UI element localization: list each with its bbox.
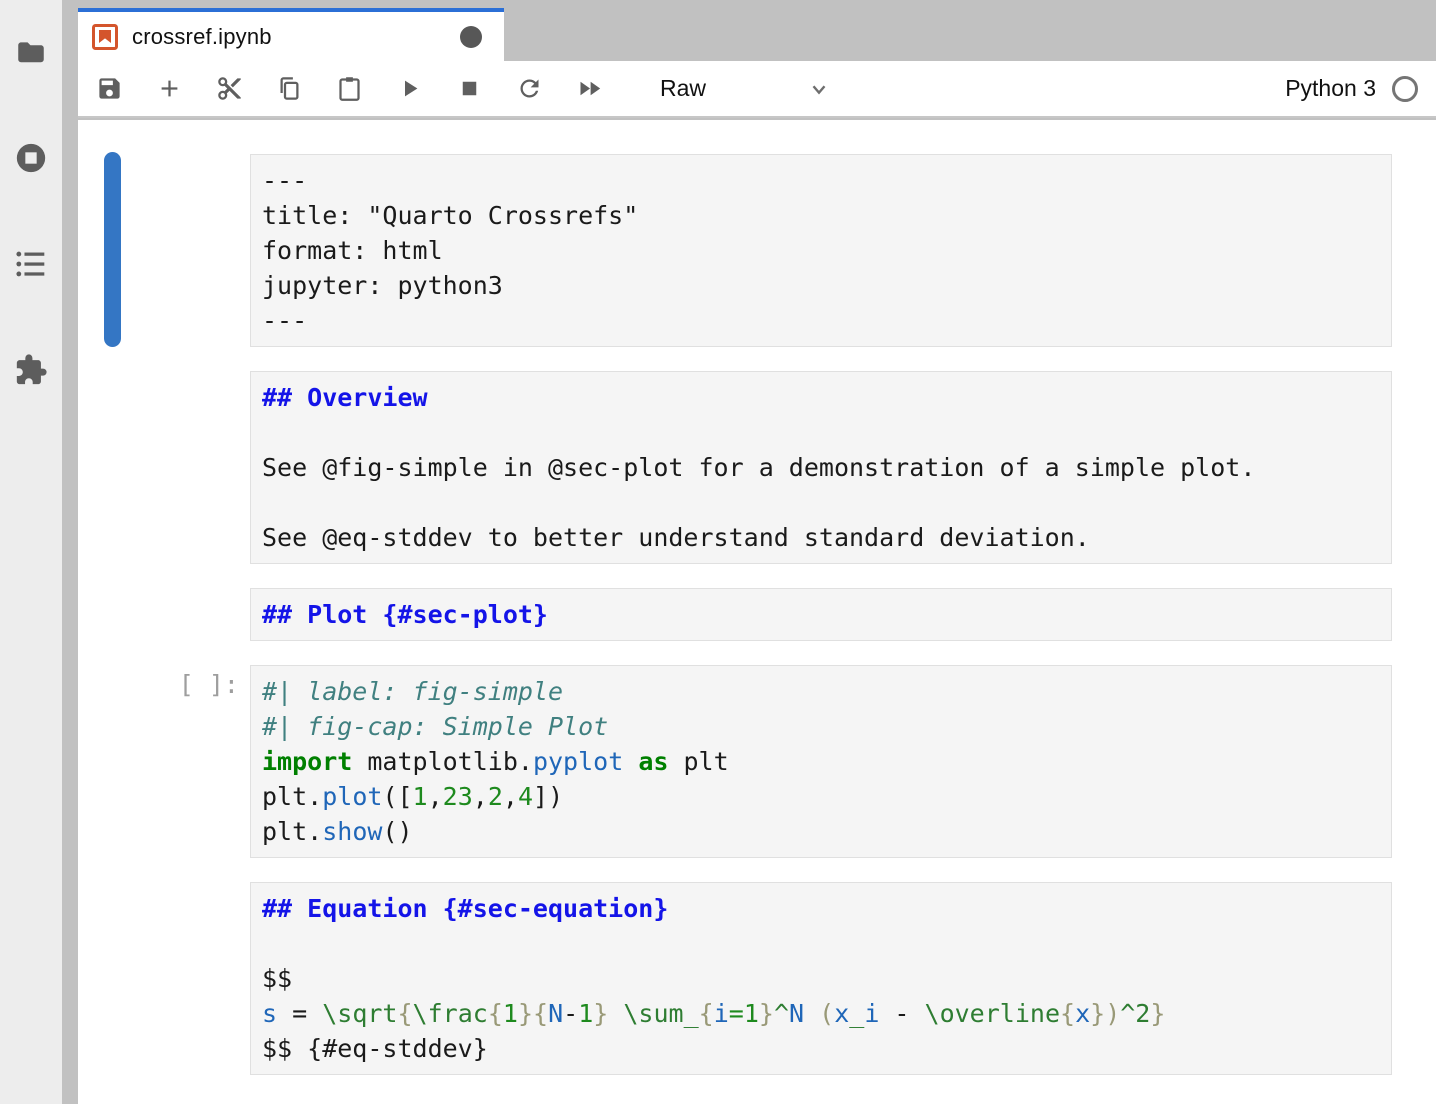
unsaved-changes-dot[interactable]	[460, 26, 482, 48]
markdown-cell-editor[interactable]: ---title: "Quarto Crossrefs"format: html…	[250, 154, 1392, 347]
extension-manager-icon[interactable]	[13, 352, 49, 388]
editor-line: #| fig-cap: Simple Plot	[262, 709, 1380, 744]
left-activity-sidebar	[0, 0, 62, 1104]
editor-line: $$ {#eq-stddev}	[262, 1031, 1380, 1066]
notebook-toolbar: Raw Python 3	[78, 61, 1436, 118]
file-browser-icon[interactable]	[13, 35, 49, 71]
cell-type-value: Raw	[660, 75, 706, 102]
markdown-cell-editor[interactable]: ## Equation {#sec-equation} $$s = \sqrt{…	[250, 882, 1392, 1075]
paste-cells-button[interactable]	[336, 75, 363, 102]
editor-line: import matplotlib.pyplot as plt	[262, 744, 1380, 779]
editor-line: plt.plot([1,23,2,4])	[262, 779, 1380, 814]
editor-line	[262, 926, 1380, 961]
interrupt-kernel-button[interactable]	[456, 75, 483, 102]
list-icon	[14, 247, 48, 281]
tab-bar: crossref.ipynb	[78, 0, 1436, 61]
editor-line: plt.show()	[262, 814, 1380, 849]
restart-run-all-button[interactable]	[576, 75, 603, 102]
editor-line: ---	[262, 163, 1380, 198]
scissors-icon	[216, 75, 243, 102]
markdown-cell-editor[interactable]: ## Overview See @fig-simple in @sec-plot…	[250, 371, 1392, 564]
notebook-panel: [ ]: ---title: "Quarto Crossrefs"format:…	[78, 120, 1436, 1104]
stop-icon	[456, 75, 483, 102]
run-cell-button[interactable]	[396, 75, 423, 102]
stop-circle-icon	[14, 141, 48, 175]
restart-kernel-button[interactable]	[516, 75, 543, 102]
copy-cells-button[interactable]	[276, 75, 303, 102]
editor-line	[262, 485, 1380, 520]
clipboard-icon	[336, 75, 363, 102]
copy-icon	[276, 75, 303, 102]
cell-type-dropdown[interactable]: Raw	[660, 75, 830, 102]
restart-icon	[516, 75, 543, 102]
editor-line: format: html	[262, 233, 1380, 268]
editor-line: See @eq-stddev to better understand stan…	[262, 520, 1380, 555]
editor-line: ## Equation {#sec-equation}	[262, 891, 1380, 926]
editor-line: See @fig-simple in @sec-plot for a demon…	[262, 450, 1380, 485]
notebook-cells: ---title: "Quarto Crossrefs"format: html…	[78, 120, 1436, 1099]
notebook-file-icon	[92, 24, 118, 50]
editor-line: $$	[262, 961, 1380, 996]
editor-line: jupyter: python3	[262, 268, 1380, 303]
editor-line: title: "Quarto Crossrefs"	[262, 198, 1380, 233]
notebook-tab[interactable]: crossref.ipynb	[78, 8, 504, 61]
jupyterlab-window: { "sidebar": { "items": ["file-browser",…	[0, 0, 1436, 1104]
main-dock-panel: crossref.ipynb	[78, 0, 1436, 1104]
run-icon	[396, 75, 423, 102]
kernel-status-indicator	[1392, 76, 1418, 102]
tab-title: crossref.ipynb	[132, 24, 272, 50]
cut-cells-button[interactable]	[216, 75, 243, 102]
editor-line: ## Overview	[262, 380, 1380, 415]
save-button[interactable]	[96, 75, 123, 102]
editor-line: ---	[262, 303, 1380, 338]
editor-line: s = \sqrt{\frac{1}{N-1} \sum_{i=1}^N (x_…	[262, 996, 1380, 1031]
chevron-down-icon	[808, 78, 830, 100]
editor-line: ## Plot {#sec-plot}	[262, 597, 1380, 632]
editor-line	[262, 415, 1380, 450]
running-sessions-icon[interactable]	[13, 140, 49, 176]
folder-icon	[14, 36, 48, 70]
kernel-name[interactable]: Python 3	[1285, 75, 1376, 102]
table-of-contents-icon[interactable]	[13, 246, 49, 282]
insert-cell-button[interactable]	[156, 75, 183, 102]
code-cell-editor[interactable]: #| label: fig-simple#| fig-cap: Simple P…	[250, 665, 1392, 858]
editor-line: #| label: fig-simple	[262, 674, 1380, 709]
markdown-cell-editor[interactable]: ## Plot {#sec-plot}	[250, 588, 1392, 641]
save-icon	[96, 75, 123, 102]
fast-forward-icon	[576, 75, 603, 102]
puzzle-piece-icon	[14, 353, 48, 387]
plus-icon	[156, 75, 183, 102]
